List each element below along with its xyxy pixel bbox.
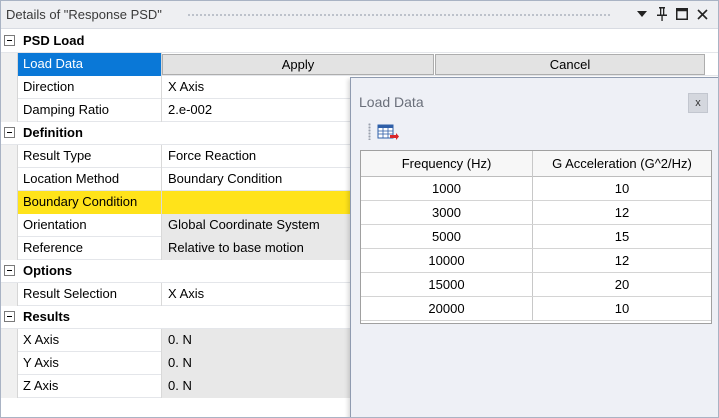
property-name: Boundary Condition — [18, 191, 162, 214]
g-acceleration-cell[interactable]: 12 — [533, 249, 711, 272]
dialog-title: Load Data — [359, 94, 424, 110]
property-name: Y Axis — [18, 352, 162, 375]
table-header: Frequency (Hz) G Acceleration (G^2/Hz) — [361, 151, 711, 177]
frequency-cell[interactable]: 1000 — [361, 177, 533, 200]
section-title: Results — [23, 309, 70, 324]
column-header-frequency[interactable]: Frequency (Hz) — [361, 151, 533, 177]
collapse-toggle-icon[interactable] — [4, 127, 15, 138]
column-header-g-acceleration[interactable]: G Acceleration (G^2/Hz) — [533, 151, 711, 177]
pin-icon[interactable] — [654, 6, 670, 22]
g-acceleration-cell[interactable]: 15 — [533, 225, 711, 248]
property-name: X Axis — [18, 329, 162, 352]
property-name: Location Method — [18, 168, 162, 191]
table-row[interactable]: 1000 10 — [361, 177, 711, 201]
dialog-close-button[interactable]: x — [688, 93, 708, 113]
collapse-toggle-icon[interactable] — [4, 35, 15, 46]
property-name[interactable]: Load Data — [18, 53, 162, 76]
close-icon[interactable] — [694, 6, 710, 22]
property-name: Orientation — [18, 214, 162, 237]
cancel-button[interactable]: Cancel — [435, 54, 705, 75]
property-name: Direction — [18, 76, 162, 99]
toolbar-grip-icon — [368, 123, 371, 140]
load-data-dialog: Load Data x Frequency (Hz) G Acceleratio… — [350, 77, 718, 417]
window-title: Details of "Response PSD" — [6, 7, 162, 22]
property-name: Result Type — [18, 145, 162, 168]
load-data-table: Frequency (Hz) G Acceleration (G^2/Hz) 1… — [360, 150, 712, 324]
table-row[interactable]: 15000 20 — [361, 273, 711, 297]
apply-button[interactable]: Apply — [162, 54, 434, 75]
row-load-data[interactable]: Load Data Apply Cancel — [1, 53, 718, 76]
g-acceleration-cell[interactable]: 20 — [533, 273, 711, 296]
property-name: Damping Ratio — [18, 99, 162, 122]
table-row[interactable]: 20000 10 — [361, 297, 711, 321]
details-window: Details of "Response PSD" PSD Load Load — [0, 0, 719, 418]
title-bar: Details of "Response PSD" — [1, 1, 718, 29]
frequency-cell[interactable]: 20000 — [361, 297, 533, 320]
frequency-cell[interactable]: 15000 — [361, 273, 533, 296]
g-acceleration-cell[interactable]: 10 — [533, 177, 711, 200]
property-name: Reference — [18, 237, 162, 260]
property-name: Result Selection — [18, 283, 162, 306]
dropdown-arrow-icon[interactable] — [634, 6, 650, 22]
frequency-cell[interactable]: 10000 — [361, 249, 533, 272]
title-bar-grip[interactable] — [187, 13, 611, 18]
maximize-icon[interactable] — [674, 6, 690, 22]
table-row[interactable]: 10000 12 — [361, 249, 711, 273]
g-acceleration-cell[interactable]: 10 — [533, 297, 711, 320]
frequency-cell[interactable]: 5000 — [361, 225, 533, 248]
table-row[interactable]: 3000 12 — [361, 201, 711, 225]
table-row[interactable]: 5000 15 — [361, 225, 711, 249]
frequency-cell[interactable]: 3000 — [361, 201, 533, 224]
section-title: PSD Load — [23, 33, 85, 48]
section-psd-load: PSD Load — [1, 30, 718, 53]
section-title: Definition — [23, 125, 83, 140]
export-table-icon[interactable] — [377, 123, 399, 142]
section-title: Options — [23, 263, 73, 278]
collapse-toggle-icon[interactable] — [4, 265, 15, 276]
g-acceleration-cell[interactable]: 12 — [533, 201, 711, 224]
property-name: Z Axis — [18, 375, 162, 398]
collapse-toggle-icon[interactable] — [4, 311, 15, 322]
